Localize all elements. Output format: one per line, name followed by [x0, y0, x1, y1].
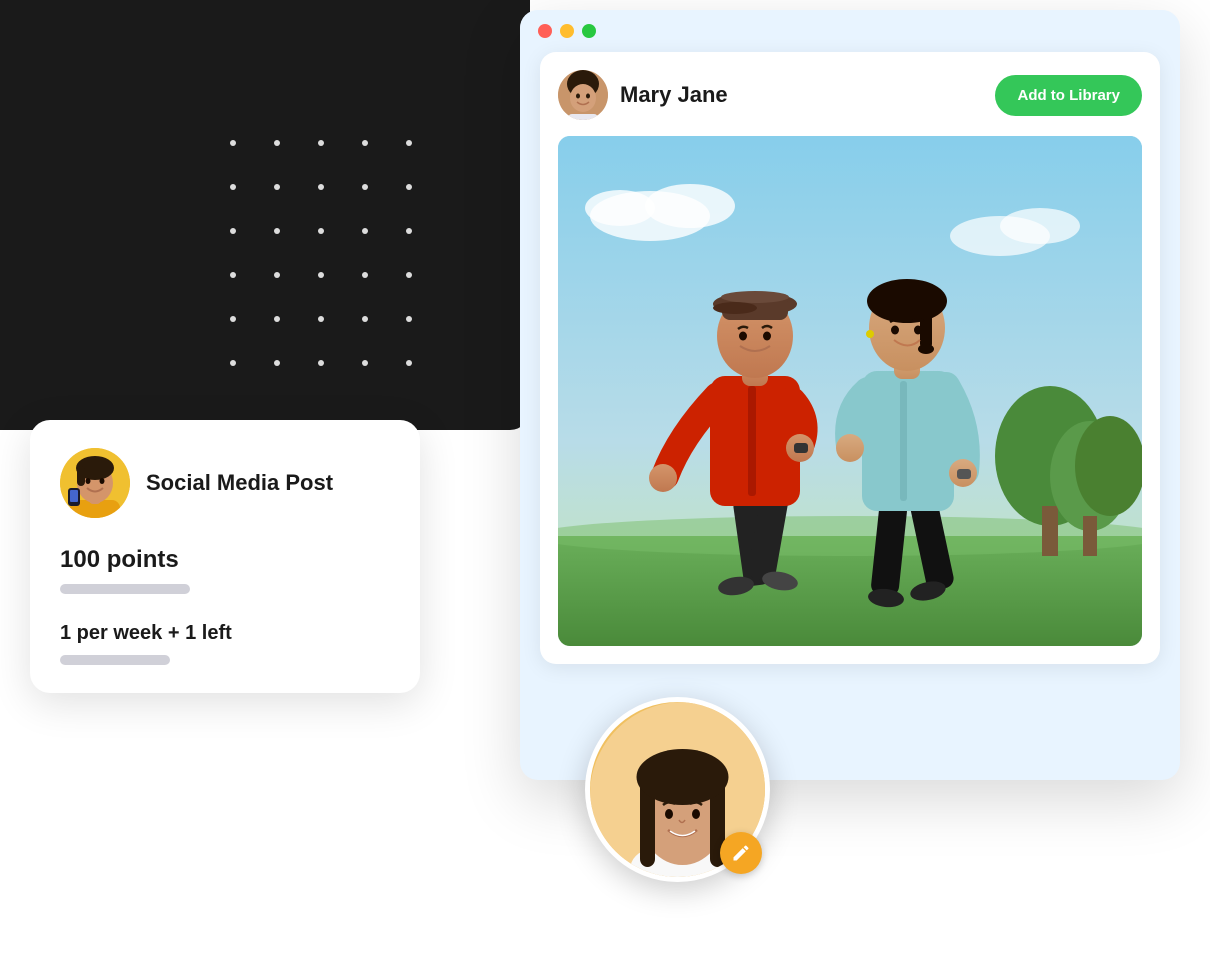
social-card-frequency: 1 per week + 1 left [60, 622, 390, 645]
dot [318, 184, 324, 190]
dot [230, 184, 236, 190]
dot [230, 360, 236, 366]
dot [362, 228, 368, 234]
social-card-title: Social Media Post [146, 470, 333, 496]
dot [362, 272, 368, 278]
dot [318, 140, 324, 146]
progress-bar-frequency [60, 655, 170, 665]
dot [362, 316, 368, 322]
dot [274, 228, 280, 234]
dot [406, 184, 412, 190]
dot [230, 228, 236, 234]
traffic-light-yellow[interactable] [560, 24, 574, 38]
bottom-avatar-wrapper [585, 697, 770, 882]
browser-window: Mary Jane Add to Library [520, 10, 1180, 780]
avatar [558, 70, 608, 120]
dot [230, 140, 236, 146]
card-header: Mary Jane Add to Library [558, 70, 1142, 120]
social-avatar [60, 448, 130, 518]
dot [274, 360, 280, 366]
dot [406, 140, 412, 146]
card-user: Mary Jane [558, 70, 728, 120]
dot-grid-decoration [230, 140, 430, 384]
social-card-points: 100 points [60, 546, 390, 574]
edit-badge[interactable] [720, 832, 762, 874]
traffic-light-red[interactable] [538, 24, 552, 38]
progress-bar-points [60, 584, 190, 594]
dot [318, 272, 324, 278]
dot [406, 316, 412, 322]
dot [406, 228, 412, 234]
dot [274, 316, 280, 322]
dot [274, 140, 280, 146]
social-card-header: Social Media Post [60, 448, 390, 518]
dot [274, 184, 280, 190]
dot [362, 184, 368, 190]
dot [230, 316, 236, 322]
add-to-library-button[interactable]: Add to Library [995, 75, 1142, 116]
dot [318, 360, 324, 366]
dot [274, 272, 280, 278]
post-content-card: Mary Jane Add to Library [540, 52, 1160, 664]
dot [362, 140, 368, 146]
dot [230, 272, 236, 278]
social-media-card: Social Media Post 100 points 1 per week … [30, 420, 420, 693]
browser-titlebar [520, 10, 1180, 52]
post-image [558, 136, 1142, 646]
dot [318, 316, 324, 322]
dot [406, 272, 412, 278]
traffic-light-green[interactable] [582, 24, 596, 38]
user-name: Mary Jane [620, 82, 728, 108]
dot [362, 360, 368, 366]
dot [318, 228, 324, 234]
dot [406, 360, 412, 366]
